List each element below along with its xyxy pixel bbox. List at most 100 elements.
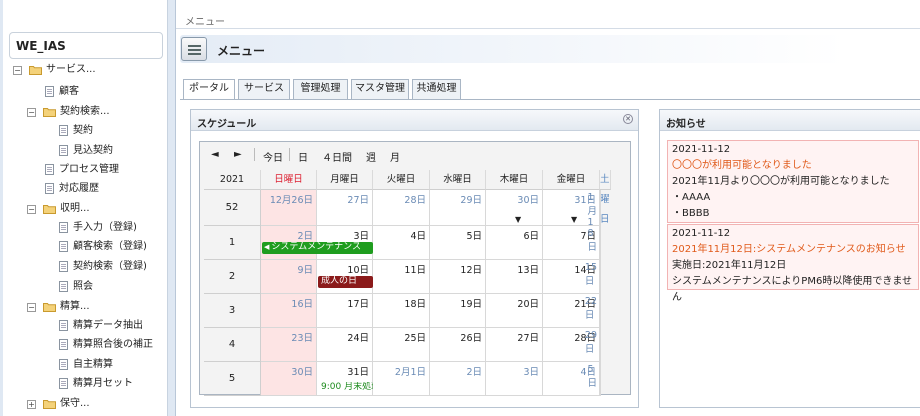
tab-3[interactable]: マスタ管理 [351, 79, 409, 99]
day-cell[interactable]: 29日 [585, 328, 601, 362]
prev-button[interactable]: ◄ [211, 149, 219, 160]
document-icon [45, 183, 54, 194]
day-cell[interactable]: 8日 [588, 226, 601, 260]
tab-2[interactable]: 管理処理 [293, 79, 348, 99]
day-cell[interactable]: 12日 [430, 260, 486, 294]
tree-doc-item[interactable]: 手入力（登録) [3, 219, 163, 237]
tree-item-label: 契約検索（登録) [73, 261, 147, 272]
tab-4[interactable]: 共通処理 [412, 79, 461, 99]
day-cell[interactable]: 20日 [486, 294, 543, 328]
calendar-grid: 2021 日曜日 月曜日 火曜日 水曜日 木曜日 金曜日 土曜日 52 12月26日 27日 28日 2… [204, 170, 611, 396]
day-cell[interactable]: 19日 [430, 294, 486, 328]
day-cell[interactable]: 28日 [373, 190, 430, 226]
tab-0[interactable]: ポータル [183, 79, 235, 100]
tree-doc-item[interactable]: 顧客検索（登録) [3, 238, 163, 256]
day-cell[interactable]: 25日 [373, 328, 430, 362]
day-number: 24日 [347, 333, 369, 344]
collapse-icon[interactable]: − [27, 108, 36, 117]
calendar-event[interactable]: ◀ システムメンテナンス [262, 242, 373, 254]
menu-toggle-button[interactable] [181, 37, 207, 61]
next-button[interactable]: ► [234, 149, 242, 160]
tree-doc-item[interactable]: 照会 [3, 278, 163, 296]
news-item[interactable]: 2021-11-12 〇〇〇が利用可能となりました 2021年11月より〇〇〇が… [667, 140, 919, 223]
day-cell[interactable]: 13日 [486, 260, 543, 294]
day-cell[interactable]: 5日 [588, 362, 601, 396]
event-marker-icon[interactable]: ▼ [515, 215, 521, 224]
event-label: システムメンテナンス [271, 242, 361, 252]
day-cell[interactable]: 6日 [486, 226, 543, 260]
day-view-button[interactable]: 日 [298, 149, 308, 164]
day-cell[interactable]: 9日 [261, 260, 317, 294]
weekday-header: 水曜日 [430, 170, 486, 190]
collapse-icon[interactable]: − [27, 303, 36, 312]
day-cell[interactable]: 16日 [261, 294, 317, 328]
document-icon [59, 359, 68, 370]
tree-doc-item[interactable]: 見込契約 [3, 142, 163, 160]
week-view-button[interactable]: 週 [366, 149, 376, 164]
day-number: 29日 [584, 330, 597, 355]
tree-doc-item[interactable]: 精算データ抽出 [3, 317, 163, 335]
sidebar: WE_IAS − サービス... 顧客 − 契約検索... 契約 見込契約 プロセス管理 対応履… [3, 0, 168, 416]
day-cell[interactable]: 27日 [486, 328, 543, 362]
tree-doc-item[interactable]: 契約検索（登録) [3, 258, 163, 276]
tree-doc-item[interactable]: 精算月セット [3, 375, 163, 393]
tree-folder-item[interactable]: + 保守... [3, 395, 163, 413]
day-number: 3日 [353, 231, 369, 242]
tree-folder-item[interactable]: − 精算... [3, 298, 163, 316]
news-headline[interactable]: 2021年11月12日:システムメンテナンスのお知らせ [672, 242, 914, 258]
folder-icon [43, 205, 56, 214]
expand-icon[interactable]: + [27, 400, 36, 409]
tree-folder-item[interactable]: − 収明... [3, 200, 163, 218]
day-number: 27日 [517, 333, 539, 344]
tree-folder-item[interactable]: − 契約検索... [3, 103, 163, 121]
day-cell[interactable]: 23日 [261, 328, 317, 362]
sidebar-splitter[interactable] [168, 0, 176, 416]
tree-doc-item[interactable]: 自主精算 [3, 356, 163, 374]
day-cell[interactable]: 2日 [430, 362, 486, 396]
day-cell[interactable]: 12月26日 [261, 190, 317, 226]
today-button[interactable]: 今日 [263, 149, 283, 164]
day-cell[interactable]: 4日 [373, 226, 430, 260]
day-cell[interactable]: 11日 [373, 260, 430, 294]
tree-folder-item[interactable]: − サービス... [3, 61, 163, 79]
day-number: 31日 [347, 367, 369, 378]
week-number: 2 [204, 260, 261, 294]
day-cell[interactable]: 18日 [373, 294, 430, 328]
tree-doc-item[interactable]: 顧客 [3, 83, 163, 101]
week-number: 3 [204, 294, 261, 328]
tree-doc-item[interactable]: 対応履歴 [3, 180, 163, 198]
tree-item-label: 保守... [60, 398, 90, 409]
day-cell[interactable]: 15日 [585, 260, 601, 294]
tree-doc-item[interactable]: 契約 [3, 122, 163, 140]
weekday-header: 土曜日 [600, 170, 611, 225]
tree-item-label: 収明... [60, 203, 90, 214]
day-cell[interactable]: 17日 [317, 294, 373, 328]
tree-doc-item[interactable]: 精算照合後の補正 [3, 336, 163, 354]
day-cell[interactable]: 29日 [430, 190, 486, 226]
day-cell[interactable]: 5日 [430, 226, 486, 260]
month-view-button[interactable]: 月 [390, 149, 400, 164]
close-icon[interactable]: ✕ [623, 114, 633, 124]
day-cell[interactable]: 27日 [317, 190, 373, 226]
day-cell[interactable]: 2月1日 [373, 362, 430, 396]
calendar-event[interactable]: 9:00 月末処理 [318, 382, 373, 394]
collapse-icon[interactable]: − [13, 66, 22, 75]
tree-doc-item[interactable]: プロセス管理 [3, 161, 163, 179]
tree-item-label: 精算照合後の補正 [73, 339, 153, 350]
news-headline[interactable]: 〇〇〇が利用可能となりました [672, 158, 914, 174]
tab-1[interactable]: サービス [238, 79, 290, 99]
tree-item-label: 精算月セット [73, 378, 133, 389]
day-cell[interactable]: 26日 [430, 328, 486, 362]
day-cell[interactable]: 30日 [261, 362, 317, 396]
four-day-view-button[interactable]: ４日間 [322, 149, 352, 164]
day-number: 12日 [460, 265, 482, 276]
calendar-event[interactable]: 成人の日 [318, 276, 373, 288]
event-marker-icon[interactable]: ▼ [571, 215, 577, 224]
day-cell[interactable]: 22日 [585, 294, 601, 328]
day-cell[interactable]: 1月1日 [588, 190, 601, 242]
tree-item-label: 顧客検索（登録) [73, 241, 147, 252]
day-cell[interactable]: 24日 [317, 328, 373, 362]
news-item[interactable]: 2021-11-12 2021年11月12日:システムメンテナンスのお知らせ 実… [667, 224, 919, 303]
collapse-icon[interactable]: − [27, 205, 36, 214]
day-cell[interactable]: 3日 [486, 362, 543, 396]
